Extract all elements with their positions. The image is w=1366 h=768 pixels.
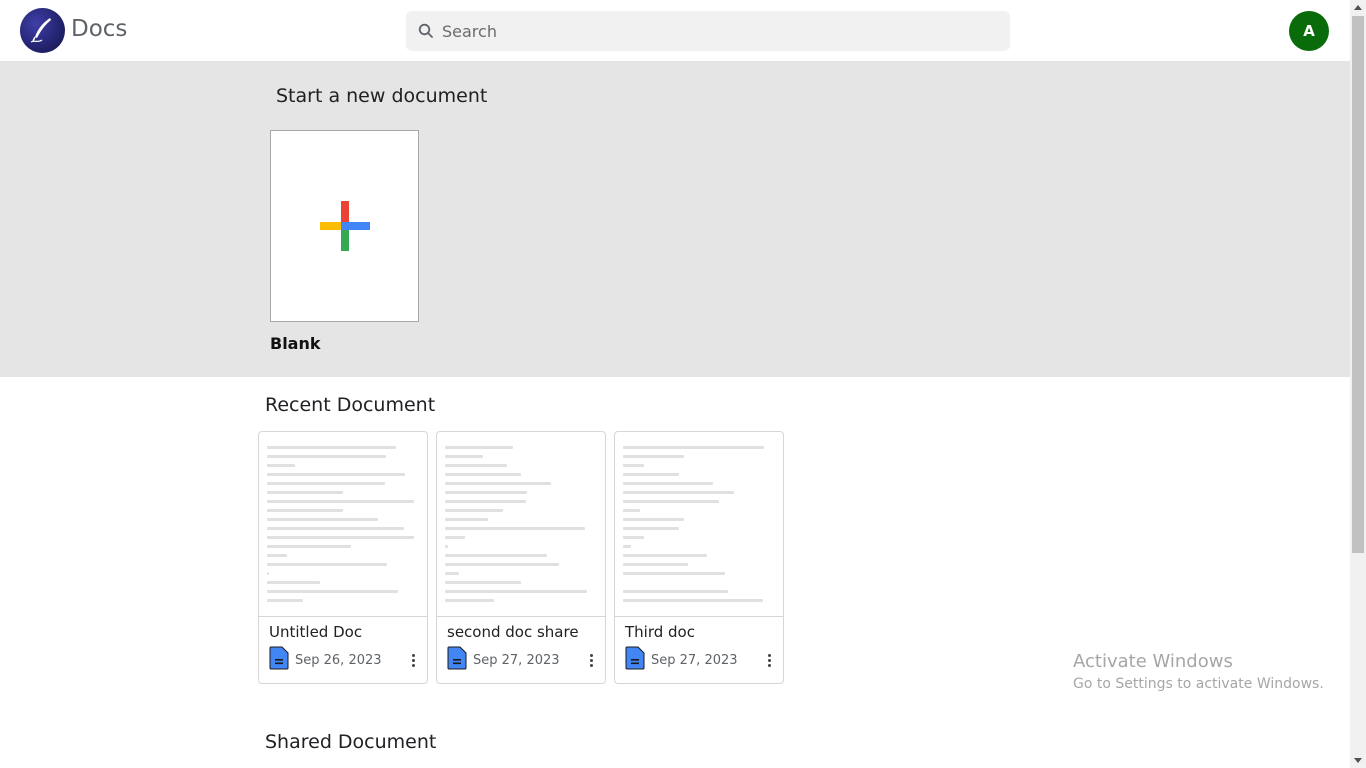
document-date: Sep 26, 2023 [295, 653, 382, 668]
blank-document-card[interactable] [270, 130, 419, 322]
scrollbar-thumb[interactable] [1352, 16, 1364, 553]
document-title: Untitled Doc [269, 623, 363, 641]
document-title: second doc share [447, 623, 579, 641]
scroll-down-arrow-icon[interactable] [1350, 752, 1366, 768]
document-card[interactable]: Third doc Sep 27, 2023 [614, 431, 784, 684]
document-date: Sep 27, 2023 [473, 653, 560, 668]
document-title: Third doc [625, 623, 695, 641]
vertical-scrollbar[interactable] [1350, 0, 1366, 768]
more-options-icon[interactable] [585, 651, 597, 669]
more-options-icon[interactable] [407, 651, 419, 669]
plus-icon [320, 201, 370, 251]
recent-documents-title: Recent Document [265, 394, 436, 416]
more-options-icon[interactable] [763, 651, 775, 669]
activate-windows-watermark-title: Activate Windows [1073, 651, 1233, 672]
document-thumbnail [259, 432, 427, 617]
doc-file-icon [447, 646, 467, 670]
top-app-bar: Docs A [0, 0, 1350, 61]
start-new-document-section: Start a new document Blank [0, 61, 1350, 377]
document-card[interactable]: second doc share Sep 27, 2023 [436, 431, 606, 684]
doc-file-icon [269, 646, 289, 670]
doc-file-icon [625, 646, 645, 670]
document-card[interactable]: Untitled Doc Sep 26, 2023 [258, 431, 428, 684]
scroll-up-arrow-icon[interactable] [1350, 0, 1366, 16]
activate-windows-watermark-subtitle: Go to Settings to activate Windows. [1073, 676, 1324, 692]
search-icon [418, 23, 433, 38]
shared-documents-title: Shared Document [265, 731, 437, 753]
user-avatar[interactable]: A [1289, 11, 1329, 51]
document-date: Sep 27, 2023 [651, 653, 738, 668]
document-thumbnail [437, 432, 605, 617]
app-logo[interactable] [20, 8, 65, 53]
search-bar[interactable] [406, 11, 1010, 51]
quill-pen-icon [30, 18, 51, 43]
app-brand-name: Docs [71, 16, 128, 42]
blank-document-label: Blank [270, 334, 321, 353]
document-thumbnail [615, 432, 783, 617]
search-input[interactable] [442, 11, 1002, 51]
start-section-title: Start a new document [276, 85, 488, 107]
